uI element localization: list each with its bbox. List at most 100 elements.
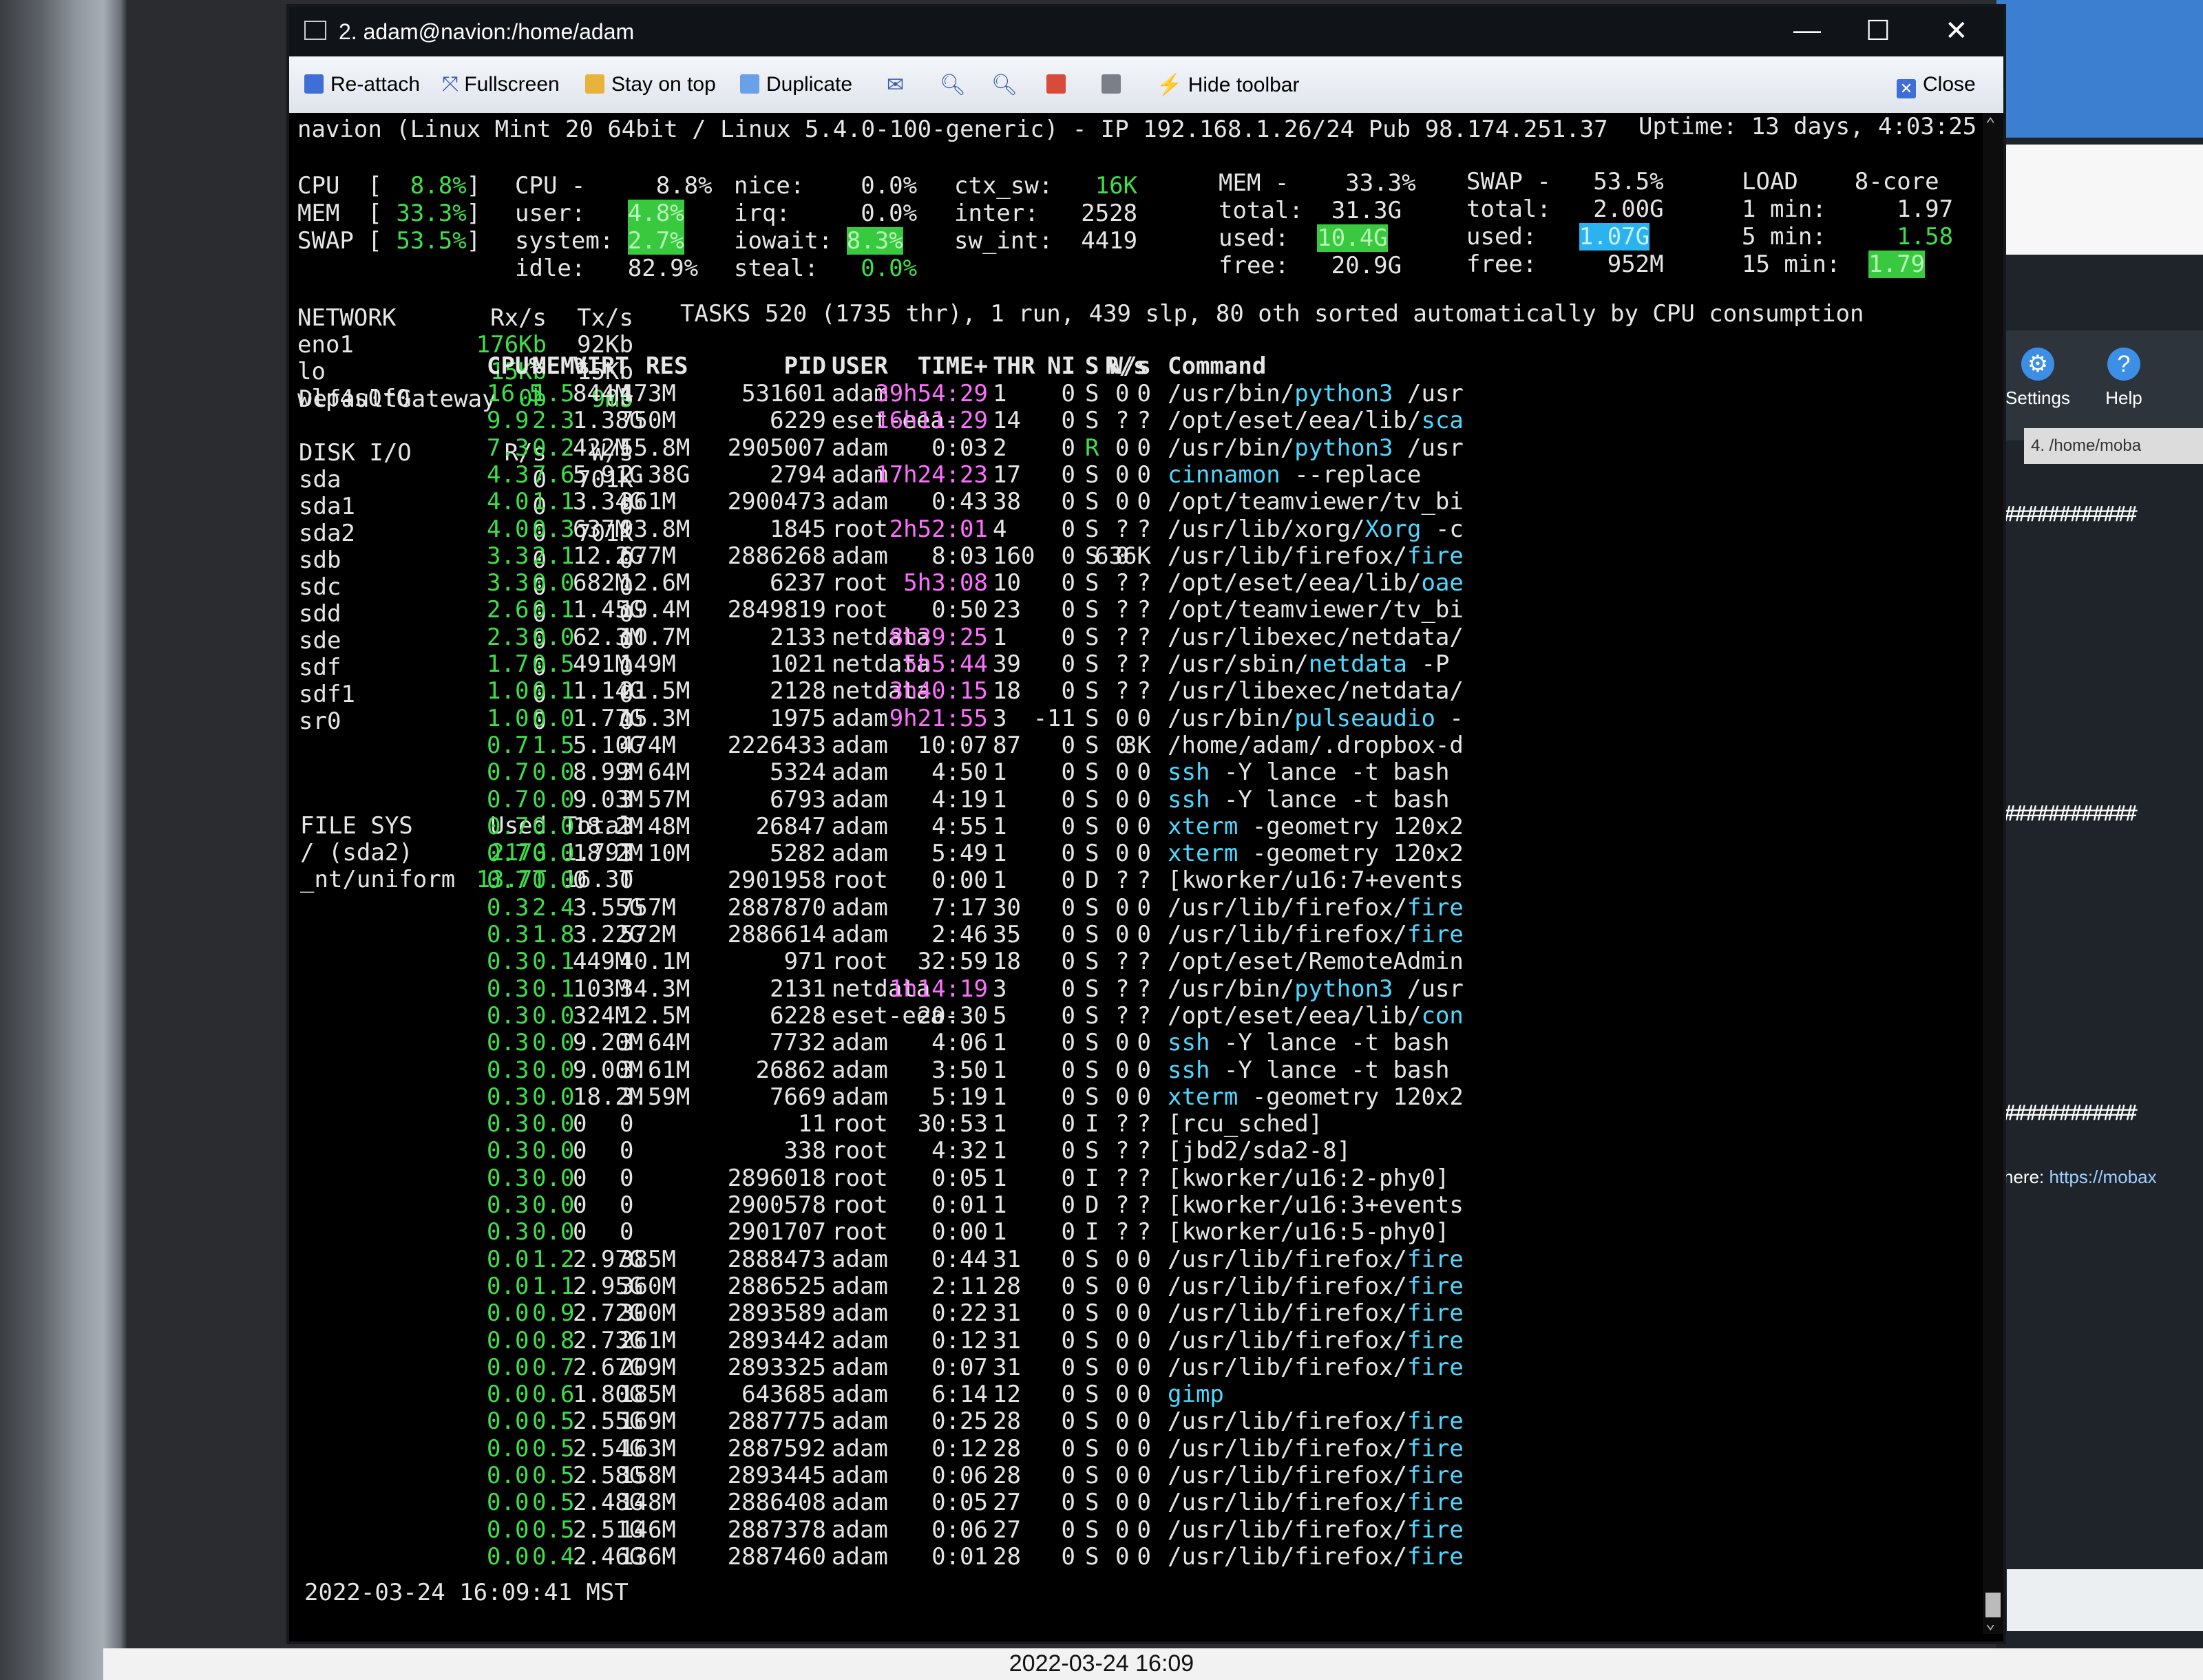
proc-user: root — [832, 1137, 888, 1165]
proc-res: 0 — [620, 866, 634, 895]
fullscreen-button[interactable]: ⤧ Fullscreen — [442, 73, 560, 96]
proc-virt: 0 — [573, 1110, 587, 1138]
save-button[interactable] — [1046, 73, 1073, 96]
proc-ni: 0 — [1061, 569, 1075, 597]
close-window-button[interactable]: ✕ — [1945, 15, 1968, 47]
proc-command: /usr/lib/firefox/fire — [1168, 542, 1464, 570]
proc-time: 5h3:08 — [903, 569, 988, 597]
scroll-down-icon[interactable]: ⌄ — [1985, 1613, 1995, 1633]
proc-state: S — [1085, 758, 1099, 787]
proc-rs: 0 — [1115, 1407, 1130, 1436]
swap-pct: SWAP - 53.5% — [1466, 168, 1664, 195]
tab-home-moba[interactable]: 4. /home/moba — [2024, 428, 2203, 464]
proc-ni: 0 — [1061, 650, 1075, 678]
proc-user: adam — [832, 1542, 888, 1571]
proc-res: 0 — [620, 1137, 634, 1165]
proc-res: 677M — [620, 542, 676, 570]
proc-pid: 5324 — [770, 758, 826, 787]
proc-time: 32:59 — [917, 948, 988, 976]
minimize-button[interactable]: — — [1793, 15, 1821, 46]
duplicate-button[interactable]: Duplicate — [740, 73, 852, 96]
proc-rs: ? — [1115, 515, 1130, 543]
proc-res: 473M — [620, 380, 676, 407]
scrollbar[interactable]: ⌃ ⌄ — [1983, 113, 2003, 1634]
proc-pid: 2886614 — [727, 921, 826, 948]
proc-command: xterm -geometry 120x2 — [1168, 840, 1464, 868]
proc-mem: 0.5 — [532, 1516, 575, 1544]
proc-res: 19.4M — [620, 596, 691, 624]
proc-state: S — [1085, 921, 1099, 948]
print-button[interactable] — [1102, 73, 1128, 96]
filesystem-cell: _nt/uniform — [300, 866, 456, 893]
proc-header-12: Command — [1168, 352, 1267, 380]
proc-state: S — [1085, 948, 1099, 976]
proc-res: 750M — [620, 407, 676, 435]
proc-thr: 1 — [993, 812, 1007, 840]
reattach-label: Re-attach — [330, 73, 421, 96]
proc-cpu: 0.0 — [487, 1326, 529, 1354]
proc-pid: 2226433 — [727, 731, 826, 759]
proc-res: 572M — [620, 921, 676, 948]
disk-header-0: DISK I/O — [299, 439, 412, 467]
proc-ws: 0 — [1137, 1056, 1151, 1084]
zoom-in-button[interactable]: 🔍︎ — [940, 73, 966, 97]
proc-pid: 2887870 — [727, 893, 826, 922]
proc-rs: 0 — [1115, 758, 1130, 787]
mobaxterm-link-text: here: https://mobax — [2003, 1167, 2157, 1188]
send-button[interactable]: ✉ — [887, 73, 904, 97]
stay-on-top-button[interactable]: Stay on top — [585, 73, 716, 96]
settings-label: Settings — [2005, 387, 2070, 408]
mobaxterm-link[interactable]: https://mobax — [2049, 1167, 2157, 1187]
disk-cell: sdf — [299, 654, 341, 681]
proc-thr: 12 — [993, 1381, 1021, 1409]
proc-rs: 0 — [1115, 1381, 1130, 1409]
proc-rs: ? — [1115, 1164, 1130, 1192]
proc-user: adam — [832, 1056, 888, 1084]
proc-mem: 0.0 — [532, 758, 575, 787]
proc-mem: 0.5 — [532, 650, 575, 678]
proc-thr: 31 — [993, 1353, 1021, 1381]
proc-rs: ? — [1115, 569, 1130, 597]
proc-cpu: 2.3 — [487, 623, 529, 651]
help-button[interactable]: ? Help — [2083, 348, 2165, 409]
proc-cpu: 0.3 — [487, 1218, 529, 1246]
proc-ws: 0 — [1137, 1245, 1151, 1273]
proc-mem: 0.5 — [532, 1407, 575, 1436]
reattach-button[interactable]: Re-attach — [304, 73, 420, 96]
proc-res: 261M — [620, 1326, 676, 1354]
proc-mem: 0.2 — [532, 434, 575, 462]
proc-state: S — [1085, 407, 1099, 435]
maximize-button[interactable]: ☐ — [1866, 15, 1890, 47]
proc-pid: 6228 — [770, 1001, 826, 1030]
proc-state: I — [1085, 1218, 1099, 1246]
proc-ni: 0 — [1061, 1516, 1075, 1544]
proc-rs: 0 — [1115, 840, 1130, 868]
proc-ni: 0 — [1061, 460, 1075, 489]
proc-state: I — [1085, 1164, 1099, 1192]
proc-thr: 1 — [993, 1218, 1007, 1246]
proc-state: S — [1085, 1489, 1099, 1517]
background-desktop-right: ⚙ Settings ? Help 4. /home/moba ########… — [1996, 0, 2203, 1648]
close-tab-button[interactable]: ✕ Close — [1897, 73, 1976, 98]
proc-rs: 0 — [1115, 893, 1130, 922]
proc-pid: 531601 — [741, 380, 826, 407]
proc-user: adam — [832, 488, 888, 516]
settings-button[interactable]: ⚙ Settings — [1996, 348, 2079, 409]
proc-thr: 31 — [993, 1299, 1021, 1328]
proc-ni: 0 — [1061, 407, 1075, 435]
proc-pid: 2901958 — [727, 866, 826, 895]
proc-pid: 2128 — [770, 677, 826, 705]
proc-res: 3.64M — [620, 758, 691, 787]
zoom-out-button[interactable]: 🔍︎ — [991, 73, 1018, 97]
proc-pid: 2886408 — [727, 1489, 826, 1517]
proc-time: 0:06 — [931, 1516, 988, 1544]
scroll-up-icon[interactable]: ⌃ — [1985, 114, 1995, 134]
proc-command: /usr/lib/firefox/fire — [1168, 1326, 1464, 1354]
proc-user: adam — [832, 731, 888, 759]
hide-toolbar-button[interactable]: ⚡ Hide toolbar — [1157, 73, 1299, 97]
proc-header-8: NI — [1047, 352, 1075, 380]
proc-command: /usr/lib/firefox/fire — [1168, 1516, 1464, 1544]
proc-ni: 0 — [1061, 893, 1075, 922]
proc-mem: 0.1 — [532, 948, 575, 976]
proc-ni: 0 — [1061, 1434, 1075, 1463]
